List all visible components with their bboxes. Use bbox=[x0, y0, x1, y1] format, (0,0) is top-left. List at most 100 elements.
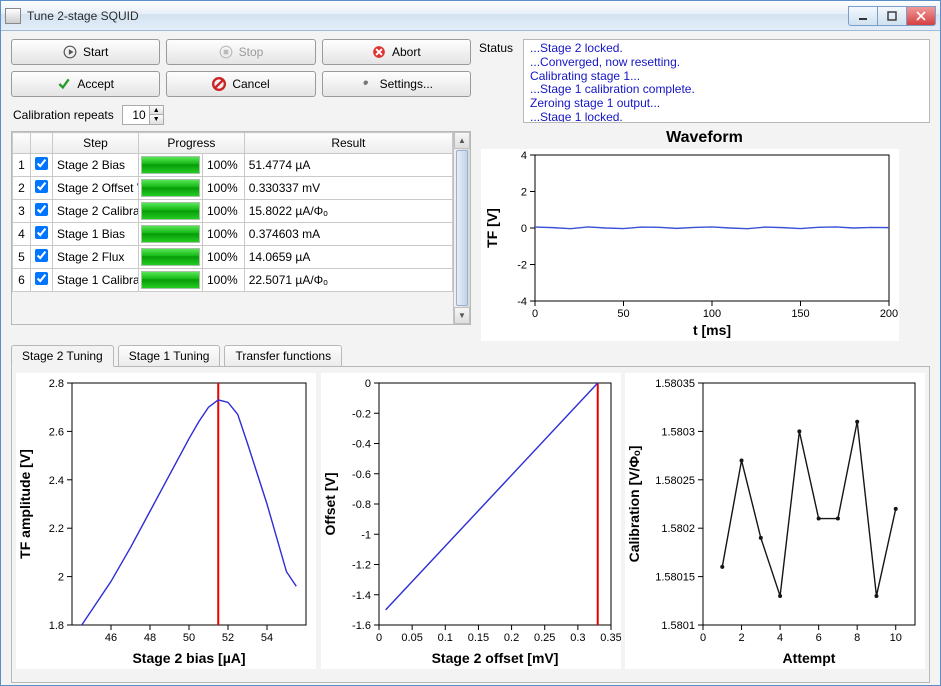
wrench-icon bbox=[360, 77, 374, 91]
svg-text:1.58015: 1.58015 bbox=[655, 572, 695, 584]
svg-text:-1.6: -1.6 bbox=[352, 620, 371, 632]
cancel-button[interactable]: Cancel bbox=[166, 71, 315, 97]
svg-text:0: 0 bbox=[375, 632, 381, 644]
svg-text:0.2: 0.2 bbox=[503, 632, 518, 644]
svg-text:1.5803: 1.5803 bbox=[661, 426, 695, 438]
check-icon bbox=[57, 77, 71, 91]
col-result[interactable]: Result bbox=[244, 133, 452, 154]
calrep-input[interactable] bbox=[123, 106, 149, 124]
start-button[interactable]: Start bbox=[11, 39, 160, 65]
spin-down[interactable]: ▼ bbox=[149, 115, 163, 124]
accept-button[interactable]: Accept bbox=[11, 71, 160, 97]
scroll-down[interactable]: ▼ bbox=[454, 307, 470, 324]
table-scrollbar[interactable]: ▲ ▼ bbox=[453, 132, 470, 324]
play-icon bbox=[63, 45, 77, 59]
scroll-thumb[interactable] bbox=[456, 150, 468, 306]
row-percent: 100% bbox=[203, 246, 245, 269]
row-checkbox[interactable] bbox=[31, 200, 53, 223]
scroll-up[interactable]: ▲ bbox=[454, 132, 470, 149]
abort-button[interactable]: Abort bbox=[322, 39, 471, 65]
row-result: 15.8022 µA/Φₒ bbox=[244, 200, 452, 223]
waveform-chart: 050100150200-4-2024t [ms]TF [V] bbox=[481, 149, 899, 341]
row-checkbox[interactable] bbox=[31, 246, 53, 269]
row-checkbox[interactable] bbox=[31, 223, 53, 246]
svg-text:4: 4 bbox=[521, 150, 527, 162]
row-result: 0.330337 mV bbox=[244, 177, 452, 200]
table-row[interactable]: 4 Stage 1 Bias 100% 0.374603 mA bbox=[13, 223, 453, 246]
svg-text:50: 50 bbox=[183, 632, 195, 644]
row-index: 1 bbox=[13, 154, 31, 177]
svg-text:1.58035: 1.58035 bbox=[655, 378, 695, 390]
status-line: ...Stage 1 locked. bbox=[530, 111, 923, 123]
tab-transfer-functions[interactable]: Transfer functions bbox=[224, 345, 342, 367]
app-icon bbox=[5, 8, 21, 24]
row-index: 3 bbox=[13, 200, 31, 223]
cancel-icon bbox=[212, 77, 226, 91]
svg-text:54: 54 bbox=[261, 632, 273, 644]
svg-text:0: 0 bbox=[532, 308, 538, 320]
row-progressbar bbox=[139, 154, 203, 177]
tab-panel: 46485052541.822.22.42.62.8Stage 2 bias [… bbox=[11, 366, 930, 683]
svg-text:1.5801: 1.5801 bbox=[661, 620, 695, 632]
offset-chart: 00.050.10.150.20.250.30.35-1.6-1.4-1.2-1… bbox=[321, 373, 621, 669]
svg-text:0.15: 0.15 bbox=[467, 632, 488, 644]
svg-text:1.58025: 1.58025 bbox=[655, 475, 695, 487]
svg-text:2.2: 2.2 bbox=[49, 523, 64, 535]
status-log[interactable]: ...Stage 2 locked....Converged, now rese… bbox=[523, 39, 930, 123]
svg-text:-1.4: -1.4 bbox=[352, 590, 371, 602]
settings-label: Settings... bbox=[380, 77, 433, 91]
row-index: 6 bbox=[13, 269, 31, 292]
minimize-button[interactable] bbox=[848, 6, 878, 26]
tab-stage1-tuning[interactable]: Stage 1 Tuning bbox=[118, 345, 221, 367]
row-progressbar bbox=[139, 246, 203, 269]
row-progressbar bbox=[139, 223, 203, 246]
row-step: Stage 2 Calibrat bbox=[53, 200, 139, 223]
status-line: ...Stage 2 locked. bbox=[530, 42, 923, 56]
abort-icon bbox=[372, 45, 386, 59]
svg-text:200: 200 bbox=[880, 308, 898, 320]
svg-text:2.6: 2.6 bbox=[49, 426, 64, 438]
waveform-title: Waveform bbox=[481, 129, 928, 147]
spin-up[interactable]: ▲ bbox=[149, 106, 163, 115]
titlebar[interactable]: Tune 2-stage SQUID bbox=[1, 1, 940, 31]
table-row[interactable]: 3 Stage 2 Calibrat 100% 15.8022 µA/Φₒ bbox=[13, 200, 453, 223]
table-row[interactable]: 6 Stage 1 Calibrat 100% 22.5071 µA/Φₒ bbox=[13, 269, 453, 292]
row-checkbox[interactable] bbox=[31, 269, 53, 292]
row-result: 22.5071 µA/Φₒ bbox=[244, 269, 452, 292]
table-row[interactable]: 1 Stage 2 Bias 100% 51.4774 µA bbox=[13, 154, 453, 177]
status-label: Status bbox=[479, 39, 513, 123]
row-checkbox[interactable] bbox=[31, 154, 53, 177]
maximize-button[interactable] bbox=[877, 6, 907, 26]
row-progressbar bbox=[139, 177, 203, 200]
svg-text:0: 0 bbox=[364, 378, 370, 390]
status-line: Calibrating stage 1... bbox=[530, 70, 923, 84]
svg-text:52: 52 bbox=[222, 632, 234, 644]
stop-label: Stop bbox=[239, 45, 264, 59]
table-row[interactable]: 2 Stage 2 Offset V 100% 0.330337 mV bbox=[13, 177, 453, 200]
svg-text:-1: -1 bbox=[361, 529, 371, 541]
stop-button[interactable]: Stop bbox=[166, 39, 315, 65]
col-step[interactable]: Step bbox=[53, 133, 139, 154]
svg-text:150: 150 bbox=[791, 308, 809, 320]
client-area: Start Stop Abort Accept Cancel Settings.… bbox=[1, 31, 940, 685]
svg-text:Attempt: Attempt bbox=[783, 650, 836, 666]
svg-text:1.8: 1.8 bbox=[49, 620, 64, 632]
svg-text:0: 0 bbox=[521, 223, 527, 235]
row-step: Stage 2 Offset V bbox=[53, 177, 139, 200]
calrep-spinner[interactable]: ▲▼ bbox=[122, 105, 164, 125]
close-button[interactable] bbox=[906, 6, 936, 26]
settings-button[interactable]: Settings... bbox=[322, 71, 471, 97]
svg-text:0.35: 0.35 bbox=[600, 632, 621, 644]
table-row[interactable]: 5 Stage 2 Flux 100% 14.0659 µA bbox=[13, 246, 453, 269]
tab-stage2-tuning[interactable]: Stage 2 Tuning bbox=[11, 345, 114, 367]
svg-text:50: 50 bbox=[617, 308, 629, 320]
svg-text:-0.4: -0.4 bbox=[352, 439, 371, 451]
row-percent: 100% bbox=[203, 223, 245, 246]
svg-text:-0.2: -0.2 bbox=[352, 408, 371, 420]
svg-text:2: 2 bbox=[738, 632, 744, 644]
row-step: Stage 2 Bias bbox=[53, 154, 139, 177]
row-checkbox[interactable] bbox=[31, 177, 53, 200]
svg-text:-0.6: -0.6 bbox=[352, 469, 371, 481]
col-progress[interactable]: Progress bbox=[139, 133, 245, 154]
row-progressbar bbox=[139, 269, 203, 292]
